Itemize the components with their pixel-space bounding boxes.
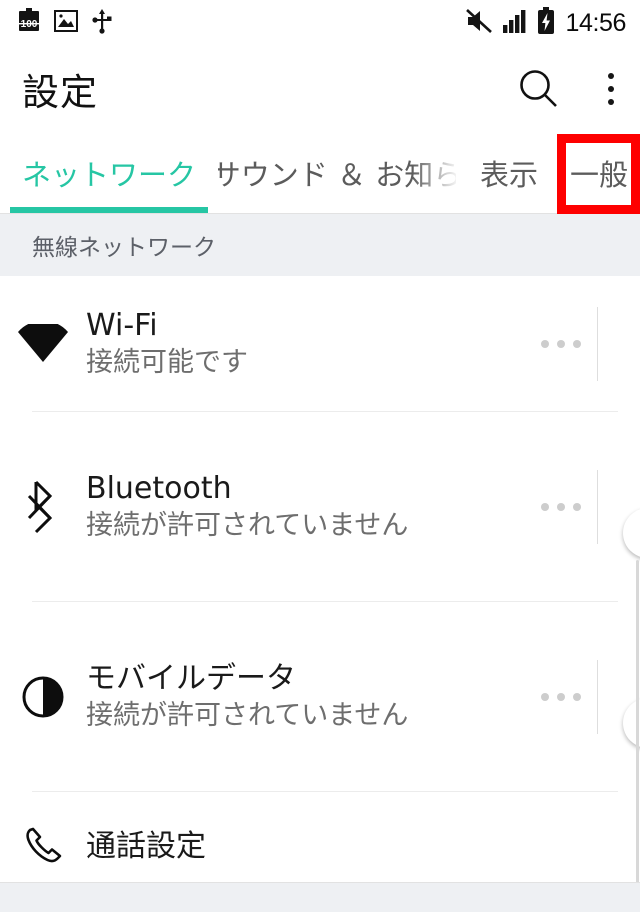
list-item-wifi[interactable]: Wi-Fi 接続可能です <box>0 276 640 412</box>
mobile-data-icon <box>0 674 86 720</box>
list-item-subtitle: 接続が許可されていません <box>86 699 409 731</box>
vertical-divider <box>597 307 598 381</box>
tab-network-label: ネットワーク <box>21 158 196 192</box>
svg-text:100: 100 <box>21 19 38 30</box>
list-item-title: モバイルデータ <box>86 660 296 696</box>
list-item-bluetooth[interactable]: Bluetooth 接続が許可されていません <box>0 412 640 602</box>
status-bar: 100 14:56 <box>0 0 640 46</box>
list-item-title: Bluetooth <box>86 470 232 506</box>
tab-sound[interactable]: サウンド ＆ お知ら <box>218 132 456 214</box>
phone-icon <box>0 823 86 871</box>
tab-display-label: 表示 <box>479 158 538 192</box>
list-item-bluetooth-text: Bluetooth 接続が許可されていません <box>86 471 525 544</box>
signal-bars-icon <box>502 8 528 39</box>
overflow-dots-icon[interactable] <box>525 340 597 348</box>
list-item-mobile-data-text: モバイルデータ 接続が許可されていません <box>86 661 525 734</box>
status-bar-clock: 14:56 <box>565 8 626 37</box>
settings-screen: 100 14:56 設定 ネットワーク サウンド ＆ お知ら 表示 一般 無線ネ… <box>0 0 640 912</box>
vertical-divider <box>597 470 598 544</box>
status-bar-left-icons: 100 <box>18 7 112 39</box>
wifi-icon <box>0 324 86 364</box>
status-bar-right-icons: 14:56 <box>465 6 626 40</box>
tab-general-label: 一般 <box>569 158 628 192</box>
overflow-dots-icon[interactable] <box>525 693 597 701</box>
scrollbar-track[interactable] <box>635 276 640 912</box>
list-item-title: Wi-Fi <box>86 307 158 343</box>
battery-100-icon: 100 <box>18 7 40 39</box>
list-item-wifi-text: Wi-Fi 接続可能です <box>86 308 525 381</box>
list-item-mobile-data[interactable]: モバイルデータ 接続が許可されていません <box>0 602 640 792</box>
more-vert-icon[interactable] <box>598 69 624 109</box>
bottom-section-band <box>0 882 640 912</box>
section-header-wireless: 無線ネットワーク <box>0 214 640 276</box>
list-item-subtitle: 接続が許可されていません <box>86 509 409 541</box>
overflow-dots-icon[interactable] <box>525 503 597 511</box>
tab-network[interactable]: ネットワーク <box>10 132 208 214</box>
list-item-subtitle: 接続可能です <box>86 346 248 378</box>
page-title: 設定 <box>22 71 98 114</box>
volume-mute-icon <box>465 8 493 39</box>
app-bar-actions <box>518 68 624 110</box>
list-item-call-settings-text: 通話設定 <box>86 829 640 864</box>
tab-general[interactable]: 一般 <box>560 132 638 214</box>
list-item-mobile-data-controls <box>525 660 640 748</box>
vertical-divider <box>597 660 598 734</box>
bluetooth-icon <box>0 478 86 536</box>
scrollbar-thumb[interactable] <box>636 560 639 912</box>
list-item-wifi-controls <box>525 307 640 381</box>
app-bar: 設定 <box>0 46 640 132</box>
battery-charging-icon <box>537 6 555 40</box>
usb-icon <box>92 8 112 39</box>
tab-display[interactable]: 表示 <box>462 132 556 214</box>
search-icon[interactable] <box>518 68 560 110</box>
list-item-title: 通話設定 <box>86 829 206 865</box>
tab-sound-label: サウンド ＆ お知ら <box>218 158 456 192</box>
list-item-bluetooth-controls <box>525 470 640 558</box>
tab-bar: ネットワーク サウンド ＆ お知ら 表示 一般 <box>0 132 640 214</box>
section-header-label: 無線ネットワーク <box>32 235 216 261</box>
screenshot-image-icon <box>54 9 78 37</box>
settings-list: Wi-Fi 接続可能です Bluetooth 接続が許可されていません モバイル… <box>0 276 640 902</box>
